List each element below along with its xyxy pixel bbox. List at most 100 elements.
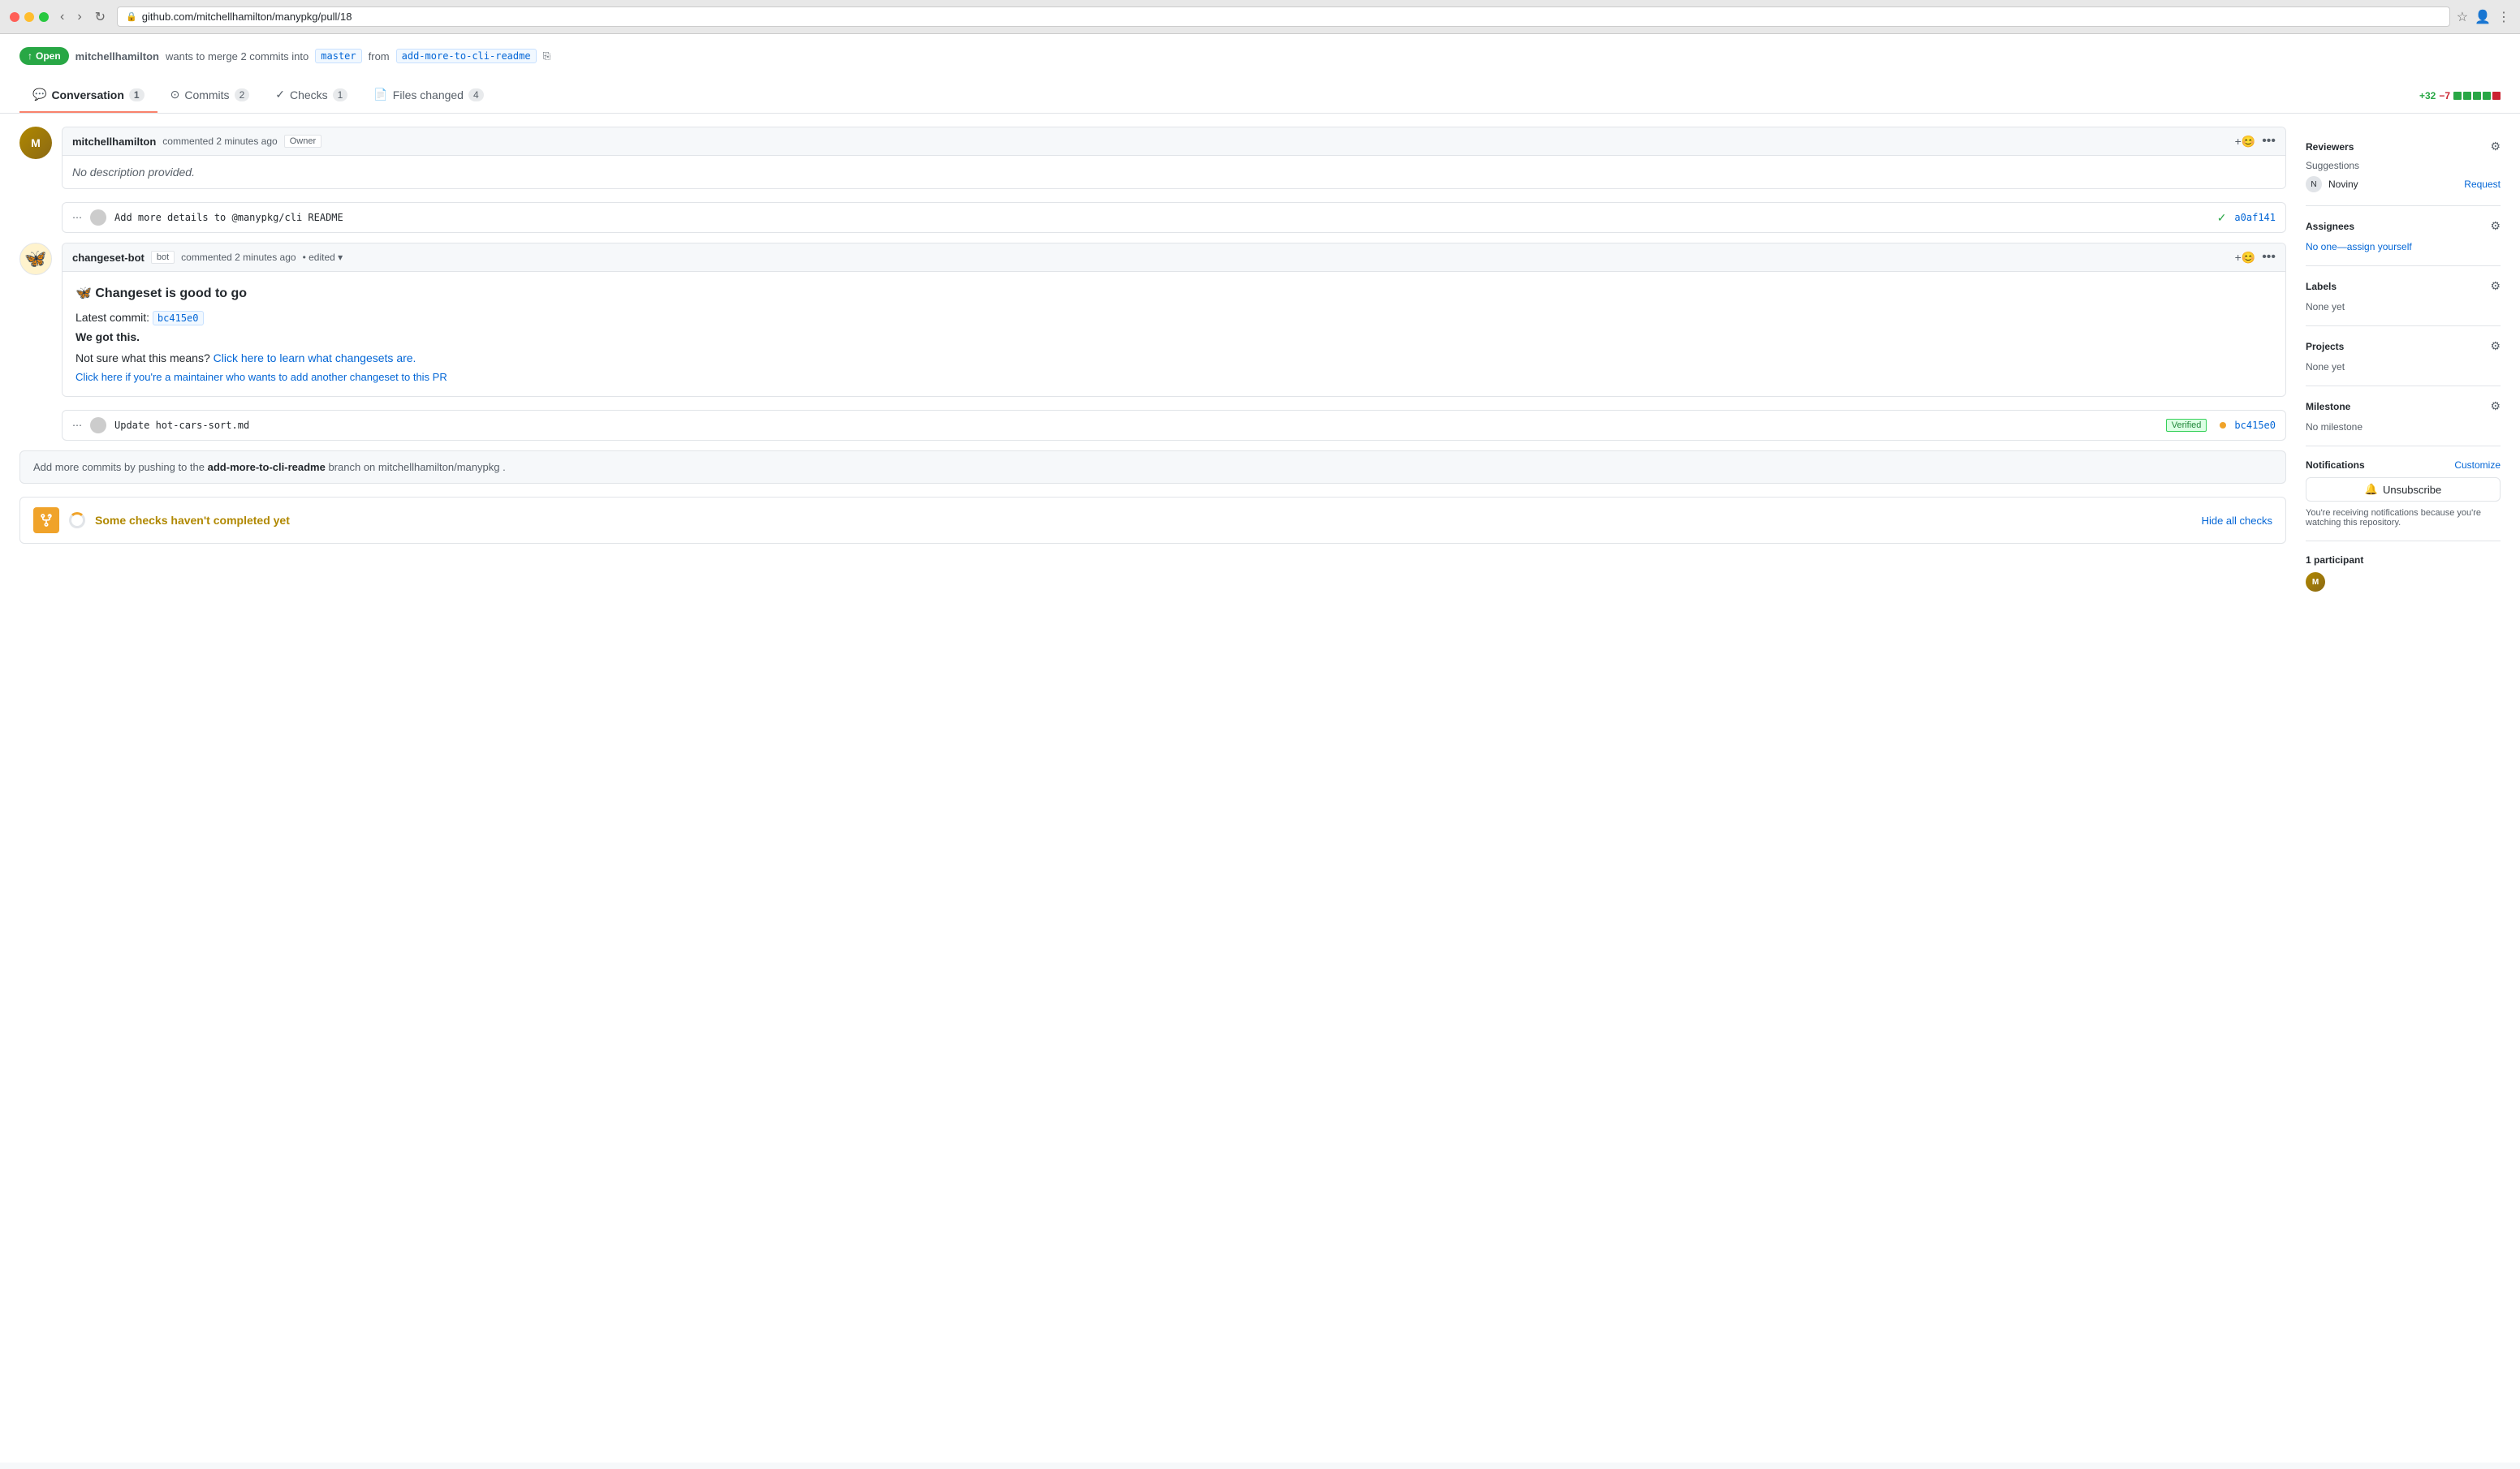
changeset-body: 🦋 Changeset is good to go Latest commit:…: [63, 272, 2285, 396]
milestone-value: No milestone: [2306, 421, 2362, 433]
diff-bars: [2453, 92, 2501, 100]
copy-icon[interactable]: ⎘: [543, 50, 551, 62]
bookmark-icon[interactable]: ☆: [2457, 9, 2468, 25]
reload-button[interactable]: ↻: [90, 7, 110, 27]
close-button[interactable]: [10, 12, 19, 22]
pr-action-text: wants to merge 2 commits into: [166, 50, 309, 62]
bot-comment-time: commented 2 minutes ago: [181, 252, 296, 263]
checks-icon-wrap: [33, 507, 59, 533]
commit-item-1: ⋯ Add more details to @manypkg/cli READM…: [62, 202, 2286, 233]
reviewer-item: N Noviny Request: [2306, 176, 2501, 192]
pr-meta: ↑ Open mitchellhamilton wants to merge 2…: [19, 47, 2501, 65]
latest-commit-ref[interactable]: bc415e0: [153, 311, 204, 325]
avatar-changeset-bot: 🦋: [19, 243, 52, 275]
more-options-button-2[interactable]: •••: [2262, 250, 2276, 265]
orange-dot-2: [2220, 422, 2226, 429]
bot-author[interactable]: changeset-bot: [72, 252, 145, 264]
participant-avatar[interactable]: M: [2306, 572, 2325, 592]
reviewer-name[interactable]: Noviny: [2328, 179, 2457, 190]
checks-tab-icon: ✓: [275, 88, 285, 101]
owner-badge: Owner: [284, 135, 321, 148]
commits-icon: ⊙: [170, 88, 180, 101]
comment-header-2: changeset-bot bot commented 2 minutes ag…: [63, 243, 2285, 272]
base-branch[interactable]: master: [315, 49, 361, 63]
comment-actions-1: +😊 •••: [2235, 134, 2276, 149]
merge-info-text1: Add more commits by pushing to the: [33, 461, 205, 473]
forward-button[interactable]: ›: [72, 7, 86, 27]
pr-author: mitchellhamilton: [76, 50, 159, 62]
maximize-button[interactable]: [39, 12, 49, 22]
projects-title: Projects: [2306, 341, 2344, 352]
files-icon: 📄: [373, 88, 387, 101]
tab-conversation-count: 1: [129, 88, 145, 101]
pr-open-badge: ↑ Open: [19, 47, 69, 65]
pr-status-label: Open: [36, 50, 61, 62]
reviewers-title: Reviewers: [2306, 141, 2354, 153]
comment-author-1[interactable]: mitchellhamilton: [72, 136, 156, 148]
diff-stats: +32 −7: [2419, 90, 2501, 101]
sidebar-participants: 1 participant M: [2306, 541, 2501, 605]
comment-body-1: No description provided.: [63, 156, 2285, 188]
latest-commit-label: Latest commit:: [76, 311, 149, 324]
tab-commits[interactable]: ⊙ Commits 2: [158, 78, 263, 113]
checks-spinner-wrap: [69, 512, 85, 528]
browser-chrome: ‹ › ↻ 🔒 github.com/mitchellhamilton/many…: [0, 0, 2520, 34]
comment-header-1: mitchellhamilton commented 2 minutes ago…: [63, 127, 2285, 156]
tab-files-changed[interactable]: 📄 Files changed 4: [360, 78, 496, 113]
assign-yourself-link[interactable]: No one—assign yourself: [2306, 241, 2412, 252]
unsubscribe-button[interactable]: 🔔 Unsubscribe: [2306, 477, 2501, 502]
not-sure-label: Not sure what this means?: [76, 351, 210, 364]
address-bar[interactable]: 🔒 github.com/mitchellhamilton/manypkg/pu…: [117, 6, 2450, 27]
customize-link[interactable]: Customize: [2454, 459, 2501, 471]
menu-icon[interactable]: ⋮: [2497, 9, 2510, 25]
commit-user-avatar-1: [90, 209, 106, 226]
tab-conversation-label: Conversation: [51, 88, 123, 101]
commit-hash-link-1[interactable]: a0af141: [2234, 212, 2276, 223]
pr-header: ↑ Open mitchellhamilton wants to merge 2…: [0, 34, 2520, 78]
diff-bar-1: [2453, 92, 2462, 100]
commit-message-2: Update hot-cars-sort.md: [114, 420, 2158, 431]
hide-all-checks-button[interactable]: Hide all checks: [2202, 515, 2272, 527]
reviewers-gear-button[interactable]: ⚙: [2490, 140, 2501, 153]
assignees-title: Assignees: [2306, 221, 2354, 232]
maintainer-add-link[interactable]: Click here if you're a maintainer who wa…: [76, 371, 2272, 383]
minimize-button[interactable]: [24, 12, 34, 22]
avatar-icon[interactable]: 👤: [2475, 9, 2491, 25]
commit-branch-icon-2: ⋯: [72, 420, 82, 431]
tab-checks[interactable]: ✓ Checks 1: [262, 78, 360, 113]
head-branch[interactable]: add-more-to-cli-readme: [396, 49, 537, 63]
learn-changesets-link[interactable]: Click here to learn what changesets are.: [214, 351, 416, 364]
tab-checks-label: Checks: [290, 88, 328, 101]
request-review-link[interactable]: Request: [2464, 179, 2501, 190]
commit-timeline-2: ⋯ Update hot-cars-sort.md Verified bc415…: [62, 410, 2286, 441]
sidebar-projects: Projects ⚙ None yet: [2306, 326, 2501, 386]
projects-gear-button[interactable]: ⚙: [2490, 339, 2501, 353]
participants-header: 1 participant: [2306, 554, 2501, 566]
notification-watching-text: You're receiving notifications because y…: [2306, 508, 2501, 528]
commit-timeline-1: ⋯ Add more details to @manypkg/cli READM…: [62, 202, 2286, 233]
pr-main: M mitchellhamilton commented 2 minutes a…: [19, 127, 2286, 605]
bot-edited[interactable]: • edited ▾: [303, 252, 343, 263]
diff-bar-5: [2492, 92, 2501, 100]
sidebar-assignees: Assignees ⚙ No one—assign yourself: [2306, 206, 2501, 266]
back-button[interactable]: ‹: [55, 7, 69, 27]
labels-gear-button[interactable]: ⚙: [2490, 279, 2501, 293]
tab-checks-count: 1: [333, 88, 348, 101]
add-reaction-button-1[interactable]: +😊: [2235, 135, 2256, 149]
latest-commit-line: Latest commit: bc415e0: [76, 311, 2272, 324]
commit-hash-link-2[interactable]: bc415e0: [2234, 420, 2276, 431]
url-text: github.com/mitchellhamilton/manypkg/pull…: [142, 11, 352, 23]
milestone-gear-button[interactable]: ⚙: [2490, 399, 2501, 413]
labels-header: Labels ⚙: [2306, 279, 2501, 293]
checks-status-text: Some checks haven't completed yet: [95, 514, 2192, 527]
more-options-button-1[interactable]: •••: [2262, 134, 2276, 149]
assignees-gear-button[interactable]: ⚙: [2490, 219, 2501, 233]
assignees-header: Assignees ⚙: [2306, 219, 2501, 233]
page-content: ↑ Open mitchellhamilton wants to merge 2…: [0, 34, 2520, 1463]
tab-conversation[interactable]: 💬 Conversation 1: [19, 78, 158, 113]
merge-info-repo: mitchellhamilton/manypkg: [378, 461, 500, 473]
add-reaction-button-2[interactable]: +😊: [2235, 251, 2256, 265]
lock-icon: 🔒: [126, 11, 137, 22]
pr-sidebar: Reviewers ⚙ Suggestions N Noviny Request…: [2306, 127, 2501, 605]
pr-tabs: 💬 Conversation 1 ⊙ Commits 2 ✓ Checks 1 …: [0, 78, 2520, 114]
